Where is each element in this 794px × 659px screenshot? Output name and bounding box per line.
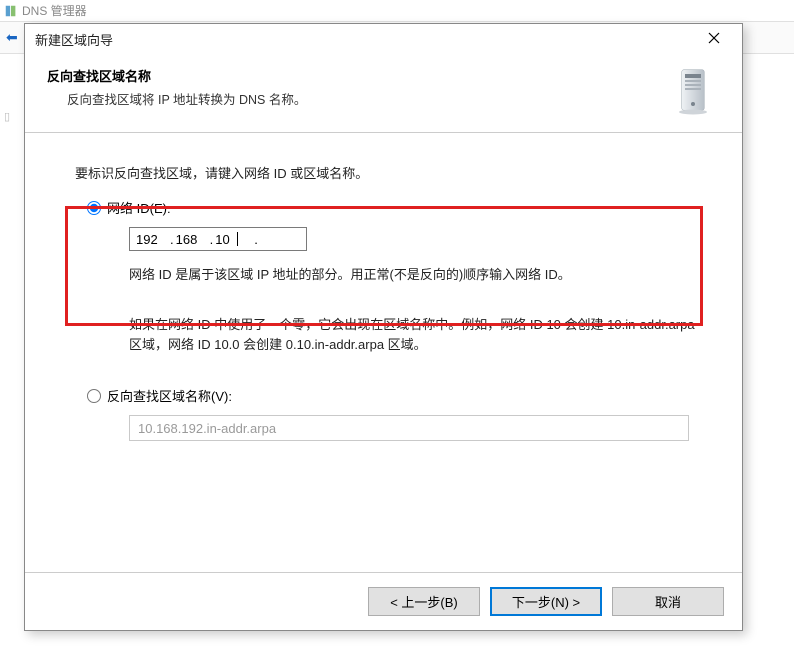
dns-app-icon xyxy=(4,4,18,18)
zone-name-radio[interactable] xyxy=(87,389,101,403)
ip-octet-1[interactable] xyxy=(136,232,168,247)
header-title: 反向查找区域名称 xyxy=(47,66,306,85)
ip-octet-2[interactable] xyxy=(176,232,208,247)
dialog-titlebar[interactable]: 新建区域向导 xyxy=(25,24,742,54)
next-button[interactable]: 下一步(N) > xyxy=(490,587,602,616)
server-icon xyxy=(664,62,720,118)
options-group: 网络 ID(E): . . . 网络 ID 是属于该区域 IP 地址的部分。用正… xyxy=(87,198,698,441)
ip-dot: . xyxy=(168,232,176,247)
ip-dot: . xyxy=(238,232,260,247)
dialog-body: 要标识反向查找区域，请键入网络 ID 或区域名称。 网络 ID(E): . . … xyxy=(25,133,742,572)
back-arrow-icon[interactable]: ⬅ xyxy=(6,29,18,46)
header-subtitle: 反向查找区域将 IP 地址转换为 DNS 名称。 xyxy=(47,89,306,108)
zero-help-text: 如果在网络 ID 中使用了一个零，它会出现在区域名称中。例如，网络 ID 10 … xyxy=(129,315,698,357)
network-id-radio-row[interactable]: 网络 ID(E): xyxy=(87,198,698,217)
zone-name-label: 反向查找区域名称(V): xyxy=(107,386,232,405)
tree-fragment-icon: ▯ xyxy=(4,110,10,123)
dialog-title-text: 新建区域向导 xyxy=(35,30,113,49)
network-id-label: 网络 ID(E): xyxy=(107,198,171,217)
ip-dot: . xyxy=(208,232,216,247)
parent-titlebar: DNS 管理器 xyxy=(0,0,794,22)
dialog-header: 反向查找区域名称 反向查找区域将 IP 地址转换为 DNS 名称。 xyxy=(25,54,742,133)
ip-octet-3[interactable] xyxy=(215,232,237,247)
network-id-help: 网络 ID 是属于该区域 IP 地址的部分。用正常(不是反向的)顺序输入网络 I… xyxy=(129,265,698,285)
zone-name-radio-row[interactable]: 反向查找区域名称(V): xyxy=(87,386,698,405)
close-icon xyxy=(708,31,720,47)
zone-name-input xyxy=(129,415,689,441)
instruction-text: 要标识反向查找区域，请键入网络 ID 或区域名称。 xyxy=(75,163,698,182)
ip-input-row: . . . xyxy=(129,227,698,251)
wizard-dialog: 新建区域向导 反向查找区域名称 反向查找区域将 IP 地址转换为 DNS 名称。 xyxy=(24,23,743,631)
dialog-footer: < 上一步(B) 下一步(N) > 取消 xyxy=(25,572,742,630)
back-button[interactable]: < 上一步(B) xyxy=(368,587,480,616)
parent-title-text: DNS 管理器 xyxy=(22,2,87,19)
ip-octet-4[interactable] xyxy=(260,232,292,247)
cancel-button[interactable]: 取消 xyxy=(612,587,724,616)
close-button[interactable] xyxy=(694,25,734,53)
network-id-input[interactable]: . . . xyxy=(129,227,307,251)
network-id-radio[interactable] xyxy=(87,201,101,215)
